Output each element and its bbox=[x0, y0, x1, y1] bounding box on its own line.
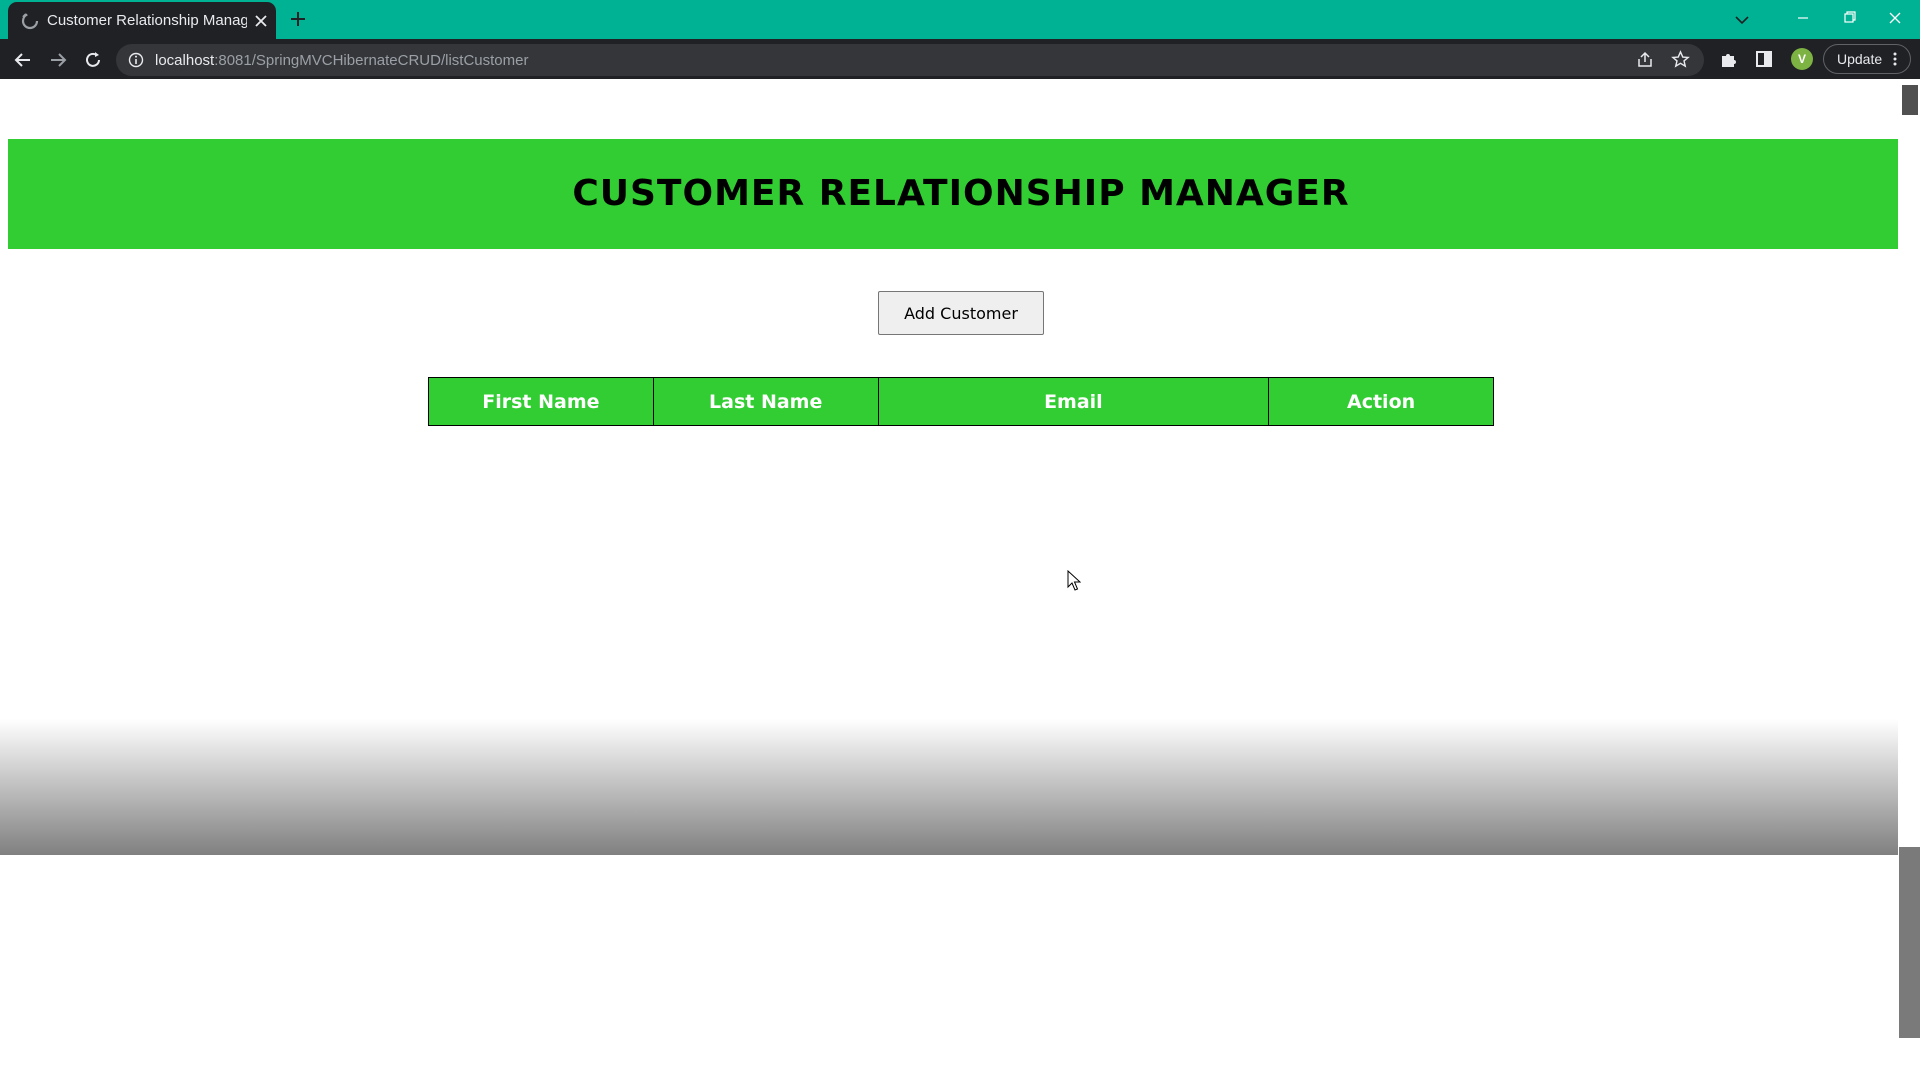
arrow-right-icon[interactable] bbox=[46, 48, 70, 72]
scrollbar-thumb[interactable] bbox=[1902, 85, 1918, 115]
minimize-icon[interactable] bbox=[1780, 4, 1826, 32]
window-close-icon[interactable] bbox=[1872, 4, 1918, 32]
info-icon[interactable] bbox=[128, 52, 144, 68]
star-icon[interactable] bbox=[1671, 50, 1690, 69]
scrollbar-track-segment bbox=[1899, 847, 1920, 1038]
update-button[interactable]: Update bbox=[1823, 44, 1911, 74]
column-header-first-name: First Name bbox=[428, 377, 654, 426]
puzzle-icon[interactable] bbox=[1718, 48, 1740, 70]
table-header-row: First Name Last Name Email Action bbox=[428, 377, 1494, 426]
plus-icon[interactable] bbox=[287, 8, 309, 30]
column-header-action: Action bbox=[1268, 377, 1494, 426]
side-panel-icon[interactable] bbox=[1753, 48, 1775, 70]
add-customer-button[interactable]: Add Customer bbox=[878, 291, 1044, 335]
mouse-cursor-icon bbox=[1067, 570, 1081, 591]
vertical-dots-icon bbox=[1893, 52, 1897, 66]
page-viewport: CUSTOMER RELATIONSHIP MANAGER Add Custom… bbox=[0, 79, 1898, 1080]
browser-tab[interactable]: Customer Relationship Managem bbox=[8, 2, 276, 39]
column-header-email: Email bbox=[877, 377, 1270, 426]
customer-table: First Name Last Name Email Action bbox=[428, 377, 1494, 426]
browser-toolbar: localhost:8081/SpringMVCHibernateCRUD/li… bbox=[0, 39, 1920, 79]
address-bar[interactable]: localhost:8081/SpringMVCHibernateCRUD/li… bbox=[116, 44, 1704, 76]
update-label: Update bbox=[1837, 51, 1883, 67]
url-path: :8081/SpringMVCHibernateCRUD/listCustome… bbox=[214, 52, 529, 69]
close-icon[interactable] bbox=[251, 11, 271, 31]
tab-title: Customer Relationship Managem bbox=[47, 12, 247, 29]
page-shadow-overlay bbox=[0, 719, 1898, 855]
page-header: CUSTOMER RELATIONSHIP MANAGER bbox=[8, 139, 1898, 249]
reload-icon[interactable] bbox=[81, 48, 105, 72]
profile-avatar[interactable]: V bbox=[1791, 48, 1813, 70]
url-text[interactable]: localhost:8081/SpringMVCHibernateCRUD/li… bbox=[155, 52, 529, 69]
chevron-down-icon[interactable] bbox=[1731, 9, 1753, 31]
loading-spinner-icon bbox=[21, 12, 39, 30]
column-header-last-name: Last Name bbox=[652, 377, 879, 426]
url-host: localhost bbox=[155, 52, 215, 69]
share-icon[interactable] bbox=[1636, 51, 1654, 69]
arrow-left-icon[interactable] bbox=[11, 48, 35, 72]
page-title: CUSTOMER RELATIONSHIP MANAGER bbox=[572, 173, 1350, 214]
page-scrollbar[interactable] bbox=[1898, 79, 1920, 1080]
restore-icon[interactable] bbox=[1826, 4, 1872, 32]
browser-titlebar: Customer Relationship Managem bbox=[0, 0, 1920, 39]
